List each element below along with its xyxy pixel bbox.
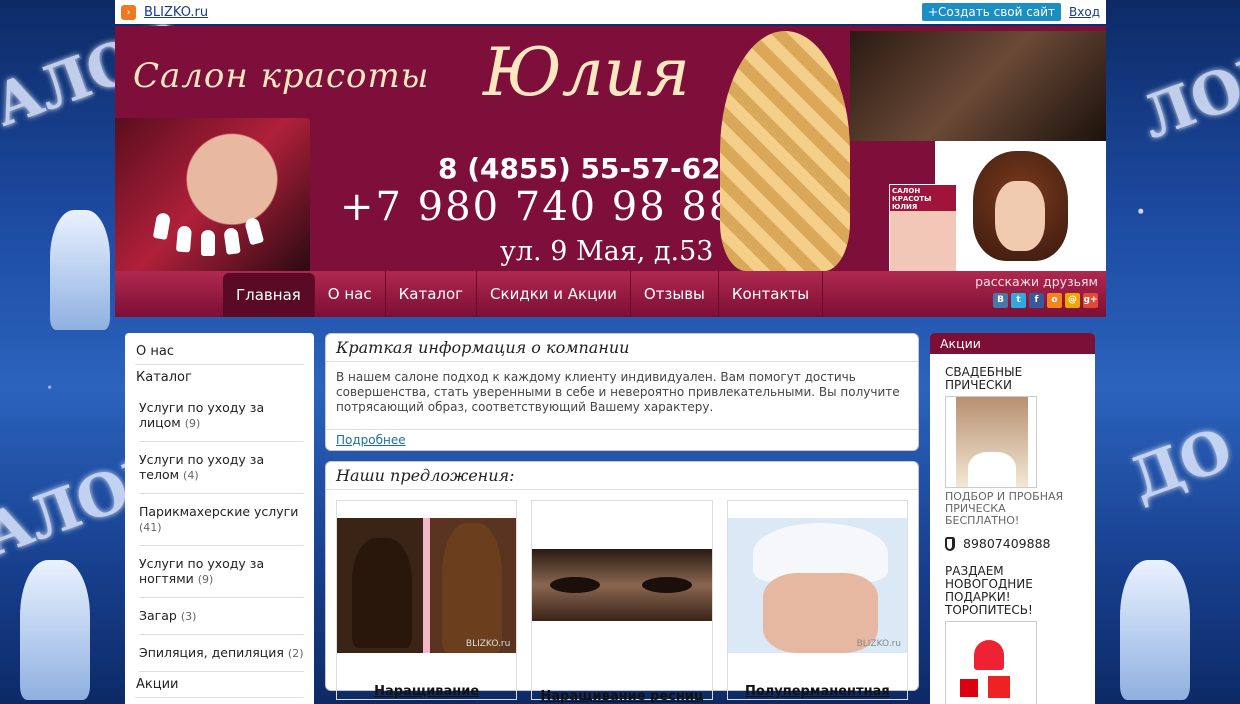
vk-icon[interactable]: В — [993, 293, 1008, 308]
category-name[interactable]: Эпиляция, депиляция — [139, 645, 284, 660]
create-site-button[interactable]: +Создать свой сайт — [921, 3, 1062, 21]
nav-list: Главная О нас Каталог Скидки и Акции Отзывы К… — [223, 271, 824, 317]
offer-label[interactable]: Полуперманентная — [728, 684, 907, 699]
phone-icon — [945, 536, 955, 551]
haircut-photo — [850, 31, 1106, 141]
offers-title: Наши предложения: — [326, 462, 918, 490]
catalog-categories: Услуги по уходу за лицом (9) Услуги по ух… — [135, 390, 304, 672]
category-count: (9) — [197, 573, 214, 586]
category-name[interactable]: Загар — [139, 608, 177, 623]
offer-image-eyelash[interactable] — [532, 549, 712, 621]
catalog-category-item[interactable]: Услуги по уходу за лицом (9) — [139, 390, 304, 442]
login-link[interactable]: Вход — [1069, 5, 1100, 19]
snow-tree — [20, 560, 90, 700]
snow-tree — [1120, 560, 1190, 700]
category-count: (41) — [139, 521, 162, 534]
twitter-icon[interactable]: t — [1011, 293, 1026, 308]
mail-icon[interactable]: @ — [1065, 293, 1080, 308]
promo-item[interactable]: СВАДЕБНЫЕ ПРИЧЕСКИ ПОДБОР И ПРОБНАЯ ПРИЧ… — [930, 366, 1095, 551]
facebook-icon[interactable]: f — [1029, 293, 1044, 308]
promo-image-wedding[interactable] — [945, 396, 1037, 488]
share-icons: Вt f o @ g+ — [975, 293, 1098, 308]
offer-card[interactable]: Наращивание ресниц — [531, 500, 713, 704]
category-count: (4) — [183, 469, 199, 482]
catalog-category-item[interactable]: Эпиляция, депиляция (2) — [139, 635, 304, 672]
category-name[interactable]: Услуги по уходу за лицом — [139, 400, 264, 430]
offer-image-makeup[interactable]: BLIZKO.ru — [727, 518, 907, 653]
nav-item[interactable]: О нас — [315, 271, 386, 317]
offer-label[interactable]: Наращивание — [337, 684, 516, 699]
promo-phone-number: 89807409888 — [963, 536, 1051, 551]
company-info-box: Краткая информация о компании В нашем са… — [325, 333, 919, 451]
more-link[interactable]: Подробнее — [326, 429, 918, 450]
promo-item-title[interactable]: СВАДЕБНЫЕ ПРИЧЕСКИ — [945, 366, 1080, 392]
nav-item[interactable]: Контакты — [719, 271, 824, 317]
nav-item[interactable]: Главная — [223, 273, 315, 317]
catalog-category-item[interactable]: Услуги по уходу за телом (4) — [139, 442, 304, 494]
promo-phone: 89807409888 — [945, 536, 1080, 551]
address: ул. 9 Мая, д.53 — [500, 236, 714, 267]
category-name[interactable]: Парикмахерские услуги — [139, 504, 298, 519]
promo-item[interactable]: РАЗДАЕМ НОВОГОДНИЕ ПОДАРКИ! ТОРОПИТЕСЬ! — [930, 565, 1095, 704]
offer-image-hair-extension[interactable]: BLIZKO.ru — [337, 518, 517, 653]
googleplus-icon[interactable]: g+ — [1083, 293, 1098, 308]
nav-item[interactable]: Отзывы — [631, 271, 719, 317]
braid-photo — [720, 31, 850, 271]
sidebar-item-about[interactable]: О нас — [135, 339, 304, 365]
catalog-category-item[interactable]: Парикмахерские услуги (41) — [139, 494, 304, 546]
salon-title: Салон красоты — [133, 56, 430, 96]
phone-landline: 8 (4855) 55-57-62 — [438, 152, 721, 185]
watermark: BLIZKO.ru — [856, 639, 901, 649]
category-count: (9) — [184, 417, 201, 430]
promo-item-subtitle: ПОДБОР И ПРОБНАЯ ПРИЧЕСКА БЕСПЛАТНО! — [945, 490, 1064, 527]
nav-item[interactable]: Скидки и Акции — [477, 271, 631, 317]
company-info-title: Краткая информация о компании — [326, 334, 918, 362]
catalog-category-item[interactable]: Загар (3) — [139, 598, 304, 635]
category-name[interactable]: Услуги по уходу за телом — [139, 452, 264, 482]
sidebar-item-catalog[interactable]: Каталог — [135, 365, 304, 390]
watermark: BLIZKO.ru — [465, 639, 511, 649]
promo-sidebar: Акции СВАДЕБНЫЕ ПРИЧЕСКИ ПОДБОР И ПРОБНА… — [930, 333, 1095, 704]
offers-box: Наши предложения: BLIZKO.ru Наращивание … — [325, 461, 919, 704]
sidebar-item-promos[interactable]: Акции — [135, 672, 304, 698]
blizko-link[interactable]: BLIZKO.ru — [144, 5, 208, 20]
promo-item-title[interactable]: РАЗДАЕМ НОВОГОДНИЕ ПОДАРКИ! ТОРОПИТЕСЬ! — [945, 565, 1080, 617]
promo-header: Акции — [930, 333, 1095, 354]
promo-image-gifts[interactable] — [945, 621, 1037, 704]
catalog-category-item[interactable]: Услуги по уходу за ногтями (9) — [139, 546, 304, 598]
offer-card[interactable]: BLIZKO.ru Наращивание — [336, 500, 518, 700]
top-bar: › BLIZKO.ru +Создать свой сайт Вход — [115, 0, 1106, 24]
magazine-cover: САЛОН КРАСОТЫ ЮЛИЯ — [889, 184, 957, 271]
main-nav: Главная О нас Каталог Скидки и Акции Отзывы К… — [115, 271, 1106, 317]
bob-face — [995, 181, 1045, 251]
category-count: (2) — [287, 647, 304, 660]
phone-mobile: +7 980 740 98 88 — [340, 184, 737, 230]
company-info-text: В нашем салоне подход к каждому клиенту … — [336, 370, 900, 414]
background-text-right-2: ДО — [1121, 414, 1240, 514]
main-content: Краткая информация о компании В нашем са… — [325, 333, 919, 704]
offers-list: BLIZKO.ru Наращивание Наращивание ресниц… — [326, 490, 918, 704]
snow-tree — [50, 210, 110, 330]
share-label: расскажи друзьям — [975, 274, 1098, 289]
offer-card[interactable]: BLIZKO.ru Полуперманентная — [726, 500, 908, 700]
header-banner: Салон красоты Юлия 8 (4855) 55-57-62 +7 … — [115, 26, 1106, 271]
blizko-logo-icon[interactable]: › — [121, 4, 136, 20]
odnoklassniki-icon[interactable]: o — [1047, 293, 1062, 308]
share-block: расскажи друзьям Вt f o @ g+ — [975, 274, 1098, 308]
nav-item[interactable]: Каталог — [386, 271, 478, 317]
category-count: (3) — [180, 610, 197, 623]
left-sidebar: О нас Каталог Услуги по уходу за лицом (… — [125, 333, 314, 704]
background-text-right: ЛОВ — [1132, 36, 1240, 152]
offer-label[interactable]: Наращивание ресниц — [532, 689, 711, 704]
nails-photo — [115, 118, 310, 271]
salon-name: Юлия — [483, 34, 690, 111]
